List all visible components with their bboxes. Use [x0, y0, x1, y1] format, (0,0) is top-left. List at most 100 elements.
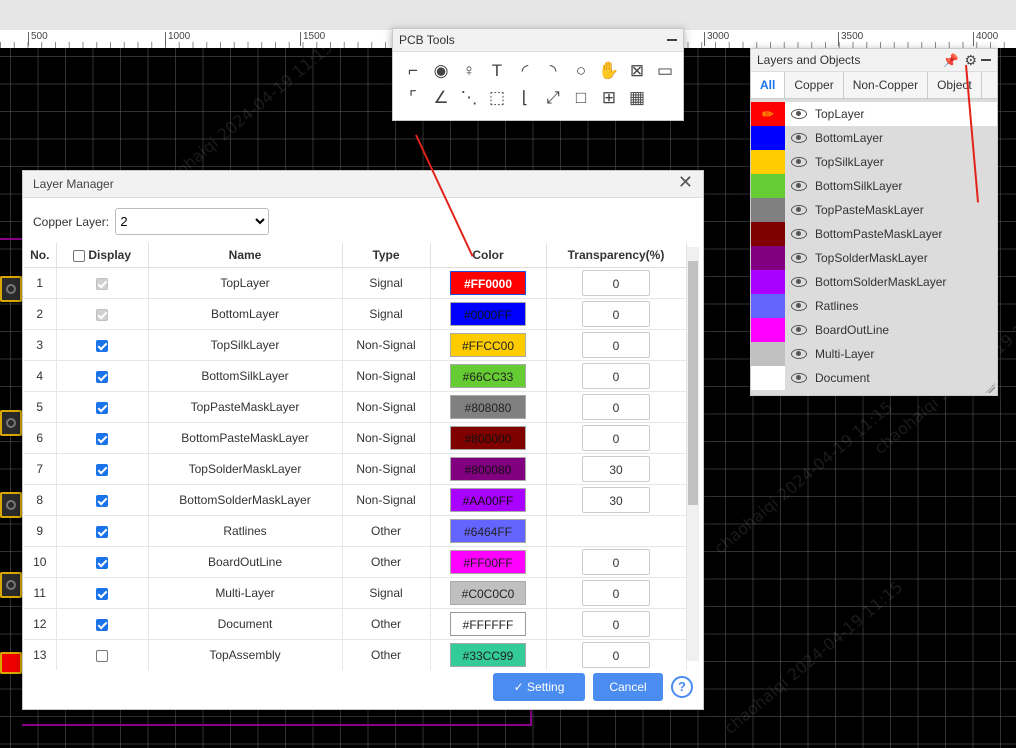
transparency-input[interactable]: 0 — [582, 549, 650, 575]
display-checkbox[interactable] — [96, 556, 108, 569]
display-checkbox[interactable] — [96, 649, 108, 662]
group-icon[interactable]: ⊞ — [595, 84, 623, 111]
eye-icon[interactable] — [791, 205, 807, 215]
scrollbar-thumb[interactable] — [688, 261, 698, 505]
display-checkbox[interactable] — [96, 339, 108, 352]
circle-icon[interactable]: ○ — [567, 57, 595, 84]
transparency-input[interactable]: 0 — [582, 270, 650, 296]
color-swatch[interactable]: #AA00FF — [450, 488, 526, 512]
color-swatch[interactable]: #C0C0C0 — [450, 581, 526, 605]
cancel-button[interactable]: Cancel — [593, 673, 663, 701]
text-icon[interactable]: T — [483, 57, 511, 84]
eye-icon[interactable] — [791, 277, 807, 287]
rect-select-icon[interactable]: ⬚ — [483, 84, 511, 111]
tab-object[interactable]: Object — [928, 72, 982, 98]
display-checkbox[interactable] — [96, 463, 108, 476]
pad[interactable] — [0, 410, 22, 436]
color-swatch[interactable]: #FF0000 — [450, 271, 526, 295]
transparency-input[interactable]: 30 — [582, 456, 650, 482]
dimension-icon[interactable]: ⌜ — [399, 84, 427, 111]
pin-icon[interactable]: 📌 — [943, 53, 959, 69]
display-checkbox[interactable] — [96, 432, 108, 445]
layer-list-item[interactable]: BottomSolderMaskLayer — [751, 270, 997, 294]
display-checkbox[interactable] — [96, 401, 108, 414]
tab-copper[interactable]: Copper — [785, 72, 844, 98]
solid-region-icon[interactable]: ⌊ — [511, 84, 539, 111]
layer-list-item[interactable]: Ratlines — [751, 294, 997, 318]
via-icon[interactable]: ♀ — [455, 57, 483, 84]
layer-list-item[interactable]: Document — [751, 366, 997, 390]
table-scrollbar[interactable] — [687, 247, 699, 661]
resize-grip-icon[interactable] — [985, 383, 995, 393]
hand-icon[interactable]: ✋ — [595, 57, 623, 84]
tab-non-copper[interactable]: Non-Copper — [844, 72, 929, 98]
color-swatch[interactable]: #6464FF — [450, 519, 526, 543]
measure-icon[interactable]: ⤢ — [539, 84, 567, 111]
layer-color-swatch[interactable]: ✏ — [751, 102, 785, 126]
pad[interactable] — [0, 276, 22, 302]
color-swatch[interactable]: #FFFFFF — [450, 612, 526, 636]
help-icon[interactable]: ? — [671, 676, 693, 698]
eye-icon[interactable] — [791, 133, 807, 143]
track-icon[interactable]: ⌐ — [399, 57, 427, 84]
color-swatch[interactable]: #0000FF — [450, 302, 526, 326]
eye-icon[interactable] — [791, 157, 807, 167]
layer-color-swatch[interactable] — [751, 318, 785, 342]
display-checkbox[interactable] — [96, 370, 108, 383]
image-icon[interactable]: ▭ — [651, 57, 679, 84]
pad[interactable] — [0, 572, 22, 598]
color-swatch[interactable]: #FF00FF — [450, 550, 526, 574]
table-icon[interactable]: ▦ — [623, 84, 651, 111]
layer-list-item[interactable]: TopSilkLayer — [751, 150, 997, 174]
eye-icon[interactable] — [791, 181, 807, 191]
transparency-input[interactable]: 0 — [582, 394, 650, 420]
eye-icon[interactable] — [791, 325, 807, 335]
minimize-icon[interactable] — [981, 59, 991, 61]
layer-list-item[interactable]: BottomPasteMaskLayer — [751, 222, 997, 246]
layer-color-swatch[interactable] — [751, 246, 785, 270]
pad[interactable] — [0, 652, 22, 674]
connect-icon[interactable]: ⋱ — [455, 84, 483, 111]
rectangle-icon[interactable]: □ — [567, 84, 595, 111]
layer-color-swatch[interactable] — [751, 342, 785, 366]
layer-list-item[interactable]: Multi-Layer — [751, 342, 997, 366]
display-checkbox[interactable] — [96, 587, 108, 600]
layer-list-item[interactable]: ✏ TopLayer — [751, 102, 997, 126]
transparency-input[interactable]: 0 — [582, 301, 650, 327]
color-swatch[interactable]: #33CC99 — [450, 643, 526, 667]
display-checkbox[interactable] — [96, 618, 108, 631]
color-swatch[interactable]: #66CC33 — [450, 364, 526, 388]
color-swatch[interactable]: #808080 — [450, 395, 526, 419]
close-icon[interactable]: ✕ — [678, 172, 693, 193]
color-swatch[interactable]: #800080 — [450, 457, 526, 481]
eye-icon[interactable] — [791, 373, 807, 383]
copper-layer-select[interactable]: 2 — [115, 208, 270, 235]
layer-color-swatch[interactable] — [751, 294, 785, 318]
color-swatch[interactable]: #800000 — [450, 426, 526, 450]
layer-color-swatch[interactable] — [751, 270, 785, 294]
display-all-checkbox[interactable] — [72, 249, 85, 262]
transparency-input[interactable]: 0 — [582, 642, 650, 668]
transparency-input[interactable]: 0 — [582, 425, 650, 451]
eye-icon[interactable] — [791, 301, 807, 311]
tab-all[interactable]: All — [751, 72, 786, 98]
eye-icon[interactable] — [791, 109, 807, 119]
layer-color-swatch[interactable] — [751, 222, 785, 246]
layer-color-swatch[interactable] — [751, 174, 785, 198]
transparency-input[interactable]: 0 — [582, 580, 650, 606]
transparency-input[interactable]: 30 — [582, 487, 650, 513]
color-swatch[interactable]: #FFCC00 — [450, 333, 526, 357]
layer-list-item[interactable]: TopSolderMaskLayer — [751, 246, 997, 270]
eye-icon[interactable] — [791, 349, 807, 359]
layer-list-item[interactable]: BottomSilkLayer — [751, 174, 997, 198]
pad[interactable] — [0, 492, 22, 518]
layer-color-swatch[interactable] — [751, 198, 785, 222]
layer-color-swatch[interactable] — [751, 126, 785, 150]
layer-list-item[interactable]: BottomLayer — [751, 126, 997, 150]
eye-icon[interactable] — [791, 253, 807, 263]
setting-button[interactable]: ✓ Setting — [493, 673, 585, 701]
minimize-icon[interactable] — [667, 39, 677, 41]
angle-icon[interactable]: ∠ — [427, 84, 455, 111]
arc-icon[interactable]: ◜ — [511, 57, 539, 84]
eye-icon[interactable] — [791, 229, 807, 239]
